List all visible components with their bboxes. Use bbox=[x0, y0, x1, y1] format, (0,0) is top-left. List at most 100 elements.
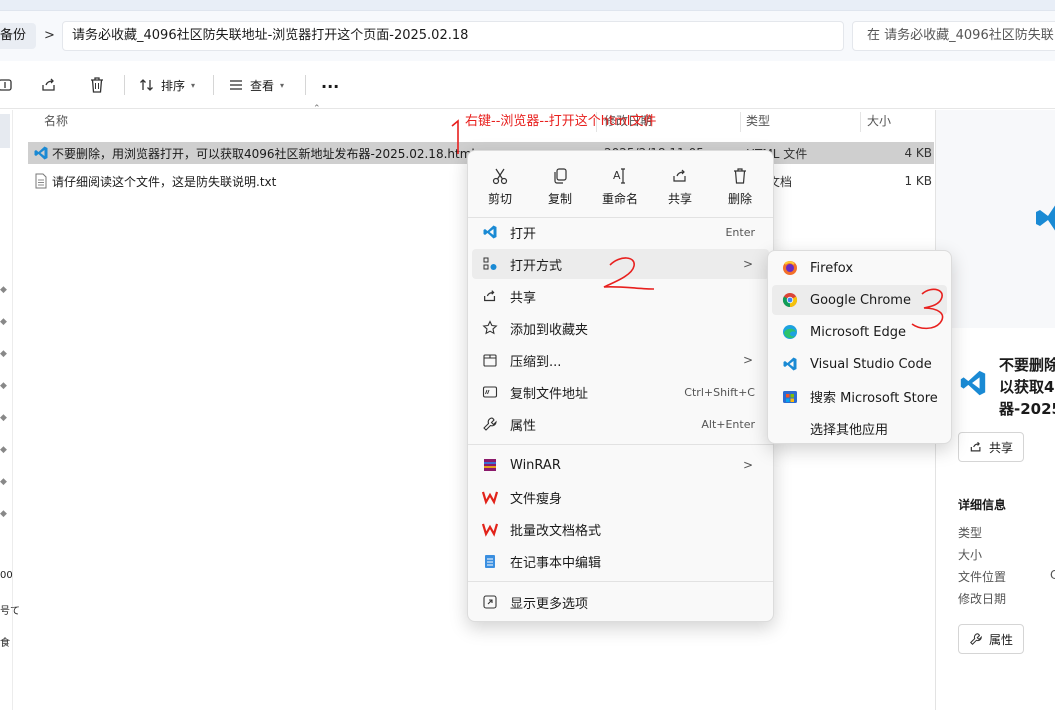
menu-item-properties[interactable]: 属性 Alt+Enter bbox=[472, 409, 769, 439]
pin-icon: ◆ bbox=[0, 509, 7, 519]
share-toolbar-icon[interactable] bbox=[38, 74, 60, 96]
cut-button[interactable]: 剪切 bbox=[470, 159, 530, 214]
breadcrumb-separator: > bbox=[44, 28, 55, 43]
address-bar[interactable]: 请务必收藏_4096社区防失联地址-浏览器打开这个页面-2025.02.18 bbox=[62, 21, 844, 51]
rename-button[interactable]: A 重命名 bbox=[590, 159, 650, 214]
menu-item-add-favorites[interactable]: 添加到收藏夹 bbox=[472, 313, 769, 343]
trash-icon bbox=[734, 167, 746, 184]
open-with-icon bbox=[483, 257, 497, 270]
preview-thumbnail-area bbox=[936, 110, 1055, 328]
column-separator bbox=[860, 112, 861, 132]
file-size: 4 KB bbox=[904, 146, 932, 160]
delete-button[interactable]: 删除 bbox=[710, 159, 770, 214]
submenu-item-label: Firefox bbox=[810, 260, 854, 276]
submenu-item-label: Microsoft Edge bbox=[810, 324, 907, 340]
menu-item-open-with[interactable]: 打开方式 > bbox=[472, 249, 769, 279]
submenu-item-store[interactable]: 搜索 Microsoft Store bbox=[772, 381, 947, 411]
breadcrumb-parent[interactable]: 备份 bbox=[0, 23, 37, 49]
chevron-right-icon: > bbox=[742, 458, 753, 472]
submenu-item-choose-other[interactable]: 选择其他应用 bbox=[772, 413, 947, 443]
menu-item-edit-notepad[interactable]: 在记事本中编辑 bbox=[472, 546, 769, 576]
nav-item-fragment[interactable]: 号て bbox=[0, 602, 20, 617]
menu-item-file-slim[interactable]: 文件瘦身 bbox=[472, 482, 769, 512]
menu-item-label: 属性 bbox=[510, 418, 537, 434]
file-size: 1 KB bbox=[904, 174, 932, 188]
pin-icon: ◆ bbox=[0, 317, 7, 327]
menu-item-label: 压缩到... bbox=[510, 354, 562, 370]
menu-item-label: 文件瘦身 bbox=[510, 491, 563, 507]
toolbar-divider bbox=[305, 75, 306, 95]
share-icon bbox=[484, 290, 496, 302]
column-separator bbox=[740, 112, 741, 132]
submenu-item-label: 搜索 Microsoft Store bbox=[810, 390, 938, 406]
view-button[interactable]: 查看 ▾ bbox=[228, 73, 284, 97]
scissors-icon bbox=[492, 168, 508, 184]
column-header-name[interactable]: 名称 bbox=[44, 110, 68, 134]
view-label: 查看 bbox=[250, 78, 275, 93]
share-icon bbox=[673, 169, 686, 182]
rename-toolbar-icon[interactable] bbox=[0, 74, 16, 96]
sort-button[interactable]: 排序 ▾ bbox=[139, 73, 195, 97]
star-icon bbox=[482, 320, 498, 335]
rename-icon: A bbox=[613, 167, 625, 184]
vscode-icon bbox=[483, 225, 497, 239]
menu-item-shortcut: Enter bbox=[725, 225, 755, 239]
preview-properties-button[interactable]: 属性 bbox=[958, 624, 1025, 654]
column-header-type[interactable]: 类型 bbox=[746, 110, 770, 134]
menu-separator bbox=[468, 444, 773, 445]
zip-icon bbox=[483, 354, 497, 367]
menu-item-shortcut: Ctrl+Shift+C bbox=[684, 385, 755, 399]
preview-share-button[interactable]: 共享 bbox=[958, 432, 1025, 462]
vscode-icon bbox=[34, 146, 48, 160]
share-label: 共享 bbox=[667, 191, 692, 206]
submenu-item-label: Google Chrome bbox=[810, 292, 911, 308]
nav-item-fragment[interactable]: 食 bbox=[0, 634, 10, 649]
submenu-item-edge[interactable]: Microsoft Edge bbox=[772, 317, 947, 347]
preview-pane: 不要删除 以获取4 器-2025 共享 详细信息 类型 大小 文件位置 C 修改… bbox=[935, 110, 1055, 710]
pin-icon: ◆ bbox=[0, 477, 7, 487]
chevron-down-icon: ▾ bbox=[191, 80, 196, 90]
nav-item-fragment[interactable]: 00 bbox=[0, 570, 13, 581]
menu-item-label: 在记事本中编辑 bbox=[510, 555, 602, 571]
more-options-button[interactable]: ... bbox=[321, 70, 339, 94]
menu-item-copy-path[interactable]: 复制文件地址 Ctrl+Shift+C bbox=[472, 377, 769, 407]
menu-item-batch-convert[interactable]: 批量改文档格式 bbox=[472, 514, 769, 544]
nav-selected-item[interactable] bbox=[0, 114, 10, 148]
submenu-item-chrome[interactable]: Google Chrome bbox=[772, 285, 947, 315]
detail-label-size: 大小 bbox=[958, 548, 983, 562]
sort-indicator-icon: ⌃ bbox=[313, 104, 321, 114]
preview-share-label: 共享 bbox=[989, 440, 1014, 455]
path-icon bbox=[482, 386, 498, 398]
chevron-down-icon: ▾ bbox=[280, 80, 285, 90]
copy-icon bbox=[554, 167, 567, 184]
search-input[interactable]: 在 请务必收藏_4096社区防失联 bbox=[852, 21, 1055, 51]
copy-label: 复制 bbox=[547, 191, 572, 206]
menu-item-more-options[interactable]: 显示更多选项 bbox=[472, 587, 769, 617]
detail-label-modified: 修改日期 bbox=[958, 592, 1007, 606]
share-button[interactable]: 共享 bbox=[650, 159, 710, 214]
notepad-icon bbox=[485, 555, 495, 568]
firefox-icon bbox=[783, 261, 797, 275]
menu-item-open[interactable]: 打开 Enter bbox=[472, 217, 769, 247]
wps-icon bbox=[482, 523, 498, 537]
address-row: 备份 > 请务必收藏_4096社区防失联地址-浏览器打开这个页面-2025.02… bbox=[0, 11, 1055, 61]
preview-properties-label: 属性 bbox=[989, 632, 1014, 647]
column-header-size[interactable]: 大小 bbox=[867, 110, 891, 134]
menu-item-label: 共享 bbox=[510, 290, 537, 306]
menu-item-label: 打开方式 bbox=[510, 258, 563, 274]
menu-item-compress[interactable]: 压缩到... > bbox=[472, 345, 769, 375]
submenu-item-vscode[interactable]: Visual Studio Code bbox=[772, 349, 947, 379]
pin-icon: ◆ bbox=[0, 349, 7, 359]
trash-toolbar-icon[interactable] bbox=[86, 74, 108, 96]
menu-item-share[interactable]: 共享 bbox=[472, 281, 769, 311]
file-name: 不要删除，用浏览器打开，可以获取4096社区新地址发布器-2025.02.18.… bbox=[52, 146, 475, 161]
chevron-right-icon: > bbox=[742, 257, 753, 271]
copy-button[interactable]: 复制 bbox=[530, 159, 590, 214]
wps-icon bbox=[482, 491, 498, 505]
navigation-pane: ◆ ◆ ◆ ◆ ◆ ◆ ◆ ◆ 00 号て 食 bbox=[0, 110, 20, 710]
pin-icon: ◆ bbox=[0, 445, 7, 455]
menu-item-winrar[interactable]: WinRAR > bbox=[472, 450, 769, 480]
submenu-item-firefox[interactable]: Firefox bbox=[772, 253, 947, 283]
sort-label: 排序 bbox=[161, 78, 186, 93]
annotation-instruction: 右键--浏览器--打开这个html文件 bbox=[465, 114, 657, 129]
